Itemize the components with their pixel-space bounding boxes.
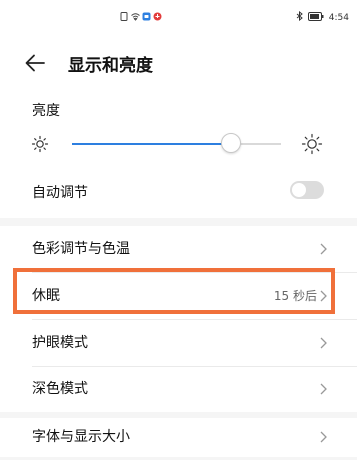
sleep-row-highlight bbox=[13, 268, 335, 314]
chevron-right-icon bbox=[320, 243, 327, 255]
back-arrow-icon bbox=[25, 54, 45, 72]
status-right: 4:54 bbox=[296, 10, 349, 23]
brightness-slider-thumb[interactable] bbox=[220, 133, 241, 153]
chevron-right-icon bbox=[320, 431, 327, 443]
eye-comfort-row[interactable]: 护眼模式 bbox=[0, 320, 357, 366]
auto-adjust-label: 自动调节 bbox=[32, 185, 88, 201]
list-item-label: 护眼模式 bbox=[32, 335, 88, 351]
page-title: 显示和亮度 bbox=[68, 56, 153, 76]
brightness-slider[interactable] bbox=[72, 133, 281, 153]
battery-icon bbox=[307, 12, 324, 21]
status-icons bbox=[120, 10, 180, 24]
wifi-icon bbox=[131, 13, 140, 21]
status-bar: 4:54 bbox=[0, 0, 357, 36]
dark-mode-row[interactable]: 深色模式 bbox=[0, 366, 357, 412]
list-item-label: 深色模式 bbox=[32, 381, 88, 397]
sim-icon bbox=[120, 12, 128, 21]
bluetooth-icon bbox=[296, 10, 303, 22]
brightness-label: 亮度 bbox=[32, 103, 60, 119]
color-temperature-row[interactable]: 色彩调节与色温 bbox=[0, 226, 357, 272]
sun-large-icon bbox=[301, 133, 323, 155]
clock: 4:54 bbox=[328, 13, 349, 23]
font-section: 字体与显示大小 bbox=[0, 418, 357, 457]
list-item-label: 色彩调节与色温 bbox=[32, 241, 130, 257]
app-icon bbox=[142, 12, 151, 21]
sun-small-icon bbox=[31, 135, 49, 153]
chevron-right-icon bbox=[320, 383, 327, 395]
back-button[interactable] bbox=[22, 50, 48, 76]
list-item-label: 字体与显示大小 bbox=[32, 429, 130, 445]
huawei-icon bbox=[153, 12, 162, 21]
brightness-slider-fill bbox=[72, 143, 231, 145]
header: 显示和亮度 bbox=[0, 36, 357, 92]
font-display-size-row[interactable]: 字体与显示大小 bbox=[0, 414, 357, 460]
auto-adjust-toggle-knob bbox=[292, 183, 306, 197]
settings-list: 色彩调节与色温 休眠 15 秒后 护眼模式 深色模式 bbox=[0, 226, 357, 412]
brightness-section: 亮度 自动调节 bbox=[0, 92, 357, 218]
auto-adjust-toggle[interactable] bbox=[290, 181, 324, 199]
chevron-right-icon bbox=[320, 337, 327, 349]
